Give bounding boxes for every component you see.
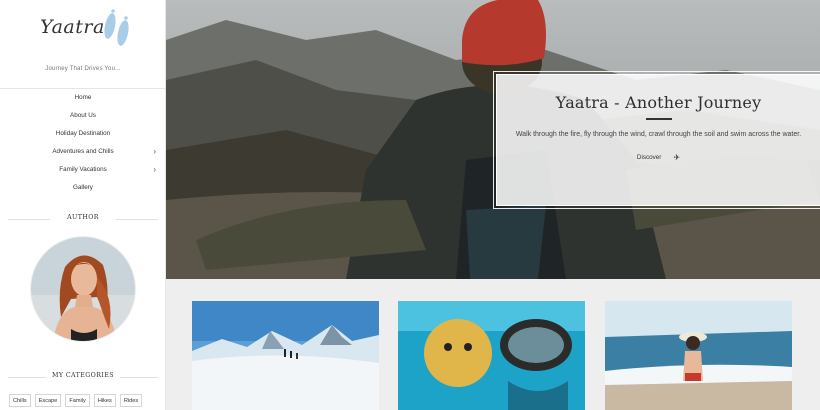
categories-heading: MY CATEGORIES <box>8 372 158 382</box>
post-card-image <box>605 301 792 410</box>
post-card-image <box>398 301 585 410</box>
site-tagline: Journey That Drives You... <box>45 66 121 72</box>
discover-link[interactable]: Discover ✈ <box>637 153 680 162</box>
post-card[interactable] <box>398 301 585 410</box>
divider <box>116 219 158 220</box>
nav-item-label: Gallery <box>73 184 93 191</box>
chevron-right-icon[interactable]: › <box>153 143 156 161</box>
post-grid <box>166 279 820 410</box>
hero-divider <box>645 118 672 120</box>
tag-rides[interactable]: Rides <box>119 394 143 407</box>
sidebar: Yaatra Journey That Drives You... Home A… <box>0 0 166 410</box>
author-heading: AUTHOR <box>8 214 158 224</box>
post-card-image <box>192 301 379 410</box>
author-avatar <box>30 236 136 342</box>
post-card[interactable] <box>192 301 379 410</box>
nav-item-home[interactable]: Home <box>0 89 166 107</box>
category-tags: Chills Escape Family Hikes Rides <box>9 394 169 407</box>
tag-hikes[interactable]: Hikes <box>93 394 116 407</box>
post-card[interactable] <box>605 301 792 410</box>
nav-item-gallery[interactable]: Gallery <box>0 179 166 197</box>
hero-banner: Yaatra - Another Journey Walk through th… <box>166 0 820 279</box>
nav-item-label: Family Vacations <box>59 166 107 173</box>
author-photo <box>31 237 135 341</box>
tag-chills[interactable]: Chills <box>9 394 31 407</box>
tag-family[interactable]: Family <box>65 394 90 407</box>
nav-item-label: Home <box>74 94 92 101</box>
nav-item-about-us[interactable]: About Us <box>0 107 166 125</box>
nav-item-label: Holiday Destination <box>55 130 111 137</box>
chevron-right-icon[interactable]: › <box>153 161 156 179</box>
hero-caption-box: Yaatra - Another Journey Walk through th… <box>493 71 820 209</box>
nav-item-label: Adventures and Chills <box>52 148 114 155</box>
nav-item-family-vacations[interactable]: Family Vacations › <box>0 161 166 179</box>
discover-label: Discover <box>636 154 662 161</box>
logo-text: Yaatra <box>40 16 105 38</box>
nav-item-adventures-and-chills[interactable]: Adventures and Chills › <box>0 143 166 161</box>
divider <box>120 377 158 378</box>
nav-item-holiday-destination[interactable]: Holiday Destination <box>0 125 166 143</box>
hero-title: Yaatra - Another Journey <box>555 93 762 112</box>
tag-escape[interactable]: Escape <box>34 394 62 407</box>
main-nav: Home About Us Holiday Destination Advent… <box>0 88 166 197</box>
site-logo[interactable]: Yaatra <box>24 6 144 60</box>
nav-item-label: About Us <box>70 112 96 119</box>
hero-description: Walk through the fire, fly through the w… <box>515 131 802 138</box>
paper-plane-icon: ✈ <box>673 153 681 162</box>
